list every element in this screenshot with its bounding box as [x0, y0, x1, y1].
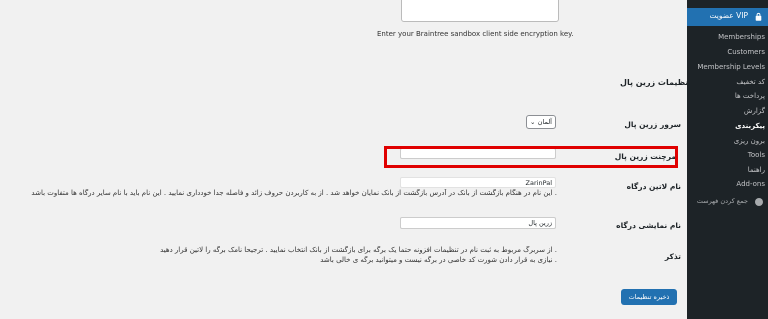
sidebar-item-help[interactable]: راهنما	[748, 166, 765, 174]
note-label: تذکر	[664, 252, 681, 261]
sidebar-item-customers[interactable]: Customers	[727, 48, 765, 56]
sidebar-item-memberships[interactable]: Memberships	[718, 33, 765, 41]
section-title: تنظیمات زرین پال	[620, 78, 692, 87]
gateway-display-input[interactable]: زرین پال	[400, 217, 556, 229]
braintree-hint: Enter your Braintree sandbox client side…	[377, 30, 574, 38]
gateway-latin-label: نام لاتین درگاه	[626, 182, 681, 191]
sidebar-item-discount-codes[interactable]: کد تخفیف	[736, 78, 765, 86]
server-select-value: آلمان	[537, 118, 552, 126]
sidebar-submenu: Memberships Customers Membership Levels …	[687, 26, 768, 191]
sidebar-item-add-ons[interactable]: Add-ons	[736, 180, 765, 188]
sidebar-item-reports[interactable]: گزارش	[744, 107, 765, 115]
sidebar-item-tools[interactable]: Tools	[748, 151, 765, 159]
server-select[interactable]: ⌄ آلمان	[526, 115, 556, 129]
gateway-latin-description: این نام در هنگام بازگشت از بانک در آدرس …	[31, 189, 557, 197]
sidebar-item-vip-membership[interactable]: عضویت VIP	[687, 8, 768, 26]
sidebar-item-membership-levels[interactable]: Membership Levels	[697, 63, 765, 71]
sidebar-header-label: عضویت VIP	[709, 11, 748, 20]
collapse-menu-label: جمع کردن فهرست	[696, 197, 748, 205]
chevron-down-icon: ⌄	[530, 118, 536, 126]
note-line-2: نیازی به قرار دادن شورت کد خاصی در برگه …	[320, 256, 557, 264]
gateway-display-label: نام نمایشی درگاه	[616, 221, 681, 230]
collapse-menu-button[interactable]: جمع کردن فهرست	[687, 197, 768, 209]
collapse-arrow-icon	[755, 198, 763, 206]
sidebar-item-payments[interactable]: پرداخت ها	[735, 92, 765, 100]
note-line-1: از سربرگ مربوط به ثبت نام در تنظیمات افز…	[160, 246, 557, 254]
gateway-latin-input[interactable]: ZarinPal	[400, 177, 556, 188]
braintree-encryption-key-textarea[interactable]	[401, 0, 559, 22]
sidebar-item-settings[interactable]: پیکربندی	[735, 122, 765, 130]
sidebar-item-export[interactable]: برون ریزی	[734, 137, 765, 145]
lock-icon	[755, 12, 762, 21]
save-settings-button[interactable]: ذخیره تنظیمات	[621, 289, 677, 305]
server-label: سرور زرین پال	[624, 120, 681, 129]
highlight-box	[384, 146, 678, 168]
